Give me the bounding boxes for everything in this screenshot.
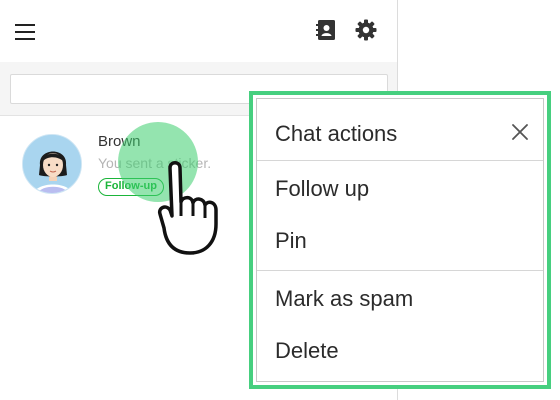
- pointing-hand-icon: [150, 158, 234, 258]
- close-icon[interactable]: [509, 121, 531, 143]
- menu-item-delete[interactable]: Delete: [257, 324, 543, 376]
- menu-item-follow-up[interactable]: Follow up: [257, 162, 543, 214]
- chat-actions-menu: Chat actions Follow up Pin Mark as spam …: [256, 98, 544, 382]
- user-avatar-icon: [22, 134, 82, 194]
- menu-title: Chat actions: [275, 121, 398, 146]
- menu-item-mark-as-spam[interactable]: Mark as spam: [257, 272, 543, 324]
- chat-list-header: [0, 0, 397, 62]
- contacts-book-icon[interactable]: [312, 16, 340, 44]
- menu-item-label: Follow up: [275, 176, 370, 201]
- menu-divider: [257, 270, 543, 271]
- menu-item-label: Mark as spam: [275, 286, 414, 311]
- menu-item-label: Delete: [275, 338, 339, 363]
- menu-item-pin[interactable]: Pin: [257, 214, 543, 266]
- menu-item-label: Pin: [275, 228, 307, 253]
- hamburger-icon[interactable]: [12, 20, 38, 44]
- context-menu-highlight: Chat actions Follow up Pin Mark as spam …: [249, 91, 551, 389]
- menu-header: Chat actions: [257, 99, 543, 161]
- gear-icon[interactable]: [352, 16, 380, 44]
